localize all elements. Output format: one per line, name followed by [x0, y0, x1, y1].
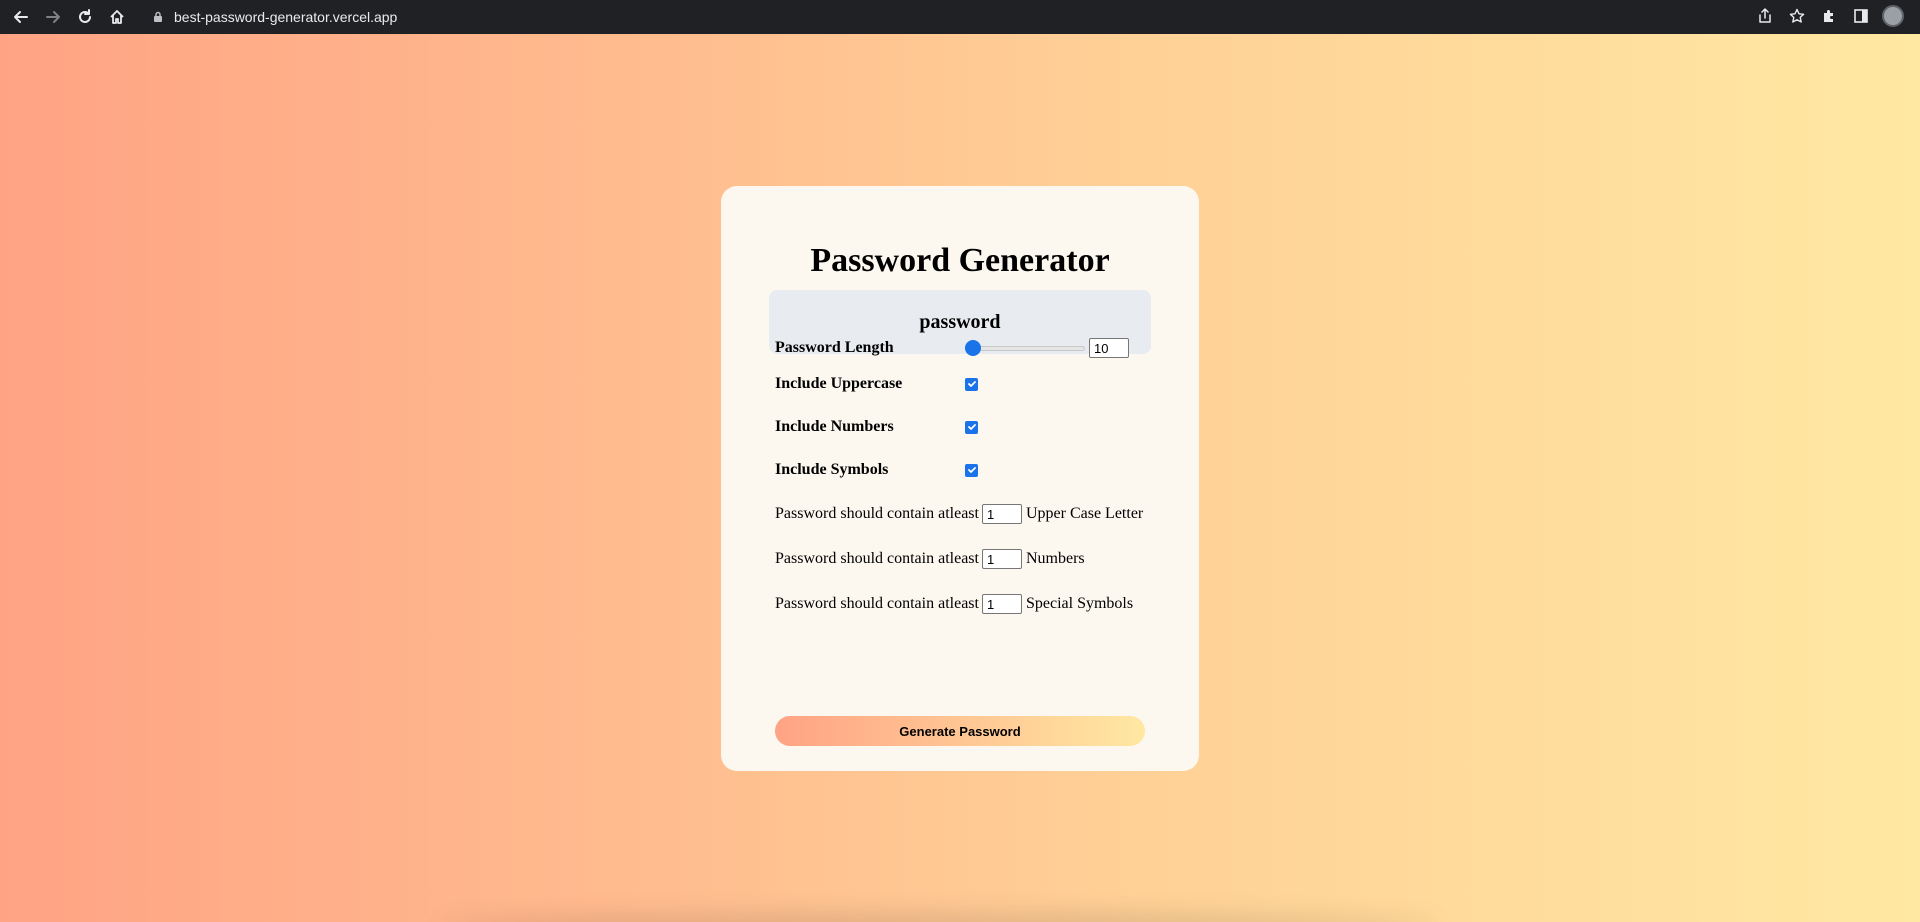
uppercase-checkbox[interactable] [965, 377, 978, 391]
generate-button-label: Generate Password [899, 723, 1021, 739]
slider-track [965, 346, 1085, 351]
back-icon[interactable] [9, 5, 33, 29]
symbols-checkbox[interactable] [965, 463, 978, 477]
option-row-uppercase: Include Uppercase [775, 375, 978, 393]
numbers-checkbox[interactable] [965, 420, 978, 434]
generator-card: Password Generator password Password Len… [721, 186, 1199, 771]
min-symbols-input[interactable]: 1 [981, 594, 1022, 614]
check-icon [967, 381, 976, 387]
min-symbols-prefix: Password should contain atleast [775, 595, 979, 612]
length-input[interactable]: 10 [1089, 338, 1129, 358]
min-uppercase-prefix: Password should contain atleast [775, 505, 979, 522]
lock-icon[interactable] [152, 11, 164, 23]
min-numbers-row: Password should contain atleast 1 Number… [775, 549, 1085, 569]
browser-toolbar: best-password-generator.vercel.app [0, 0, 1920, 34]
numbers-label: Include Numbers [775, 418, 894, 435]
check-icon [967, 424, 976, 430]
min-uppercase-input[interactable]: 1 [981, 504, 1022, 524]
min-uppercase-suffix: Upper Case Letter [1025, 505, 1144, 522]
password-text: password [919, 310, 1001, 333]
star-icon[interactable] [1786, 5, 1808, 27]
min-numbers-suffix: Numbers [1025, 550, 1085, 567]
min-numbers-prefix: Password should contain atleast [775, 550, 979, 567]
check-icon [967, 467, 976, 473]
length-slider[interactable] [965, 340, 1085, 356]
min-numbers-input[interactable]: 1 [981, 549, 1022, 569]
home-icon[interactable] [105, 5, 129, 29]
min-uppercase-row: Password should contain atleast 1 Upper … [775, 504, 1143, 524]
page-background: Password Generator password Password Len… [0, 34, 1920, 922]
share-icon[interactable] [1754, 5, 1776, 27]
generate-button[interactable]: Generate Password [775, 716, 1145, 746]
extensions-icon[interactable] [1818, 5, 1840, 27]
avatar[interactable] [1882, 5, 1904, 27]
url-text[interactable]: best-password-generator.vercel.app [174, 9, 397, 25]
length-row: Password Length 10 [775, 338, 1129, 358]
slider-thumb[interactable] [965, 340, 981, 356]
forward-icon[interactable] [41, 5, 65, 29]
reload-icon[interactable] [73, 5, 97, 29]
length-label: Password Length [775, 339, 894, 356]
uppercase-label: Include Uppercase [775, 375, 903, 392]
option-row-numbers: Include Numbers [775, 418, 978, 436]
min-symbols-suffix: Special Symbols [1025, 595, 1134, 612]
symbols-label: Include Symbols [775, 461, 889, 478]
option-row-symbols: Include Symbols [775, 461, 978, 479]
bottom-shadow [440, 914, 1440, 922]
min-symbols-row: Password should contain atleast 1 Specia… [775, 594, 1133, 614]
page-title: Password Generator [810, 242, 1110, 279]
address-bar[interactable]: best-password-generator.vercel.app [142, 4, 1822, 30]
side-panel-icon[interactable] [1850, 5, 1872, 27]
